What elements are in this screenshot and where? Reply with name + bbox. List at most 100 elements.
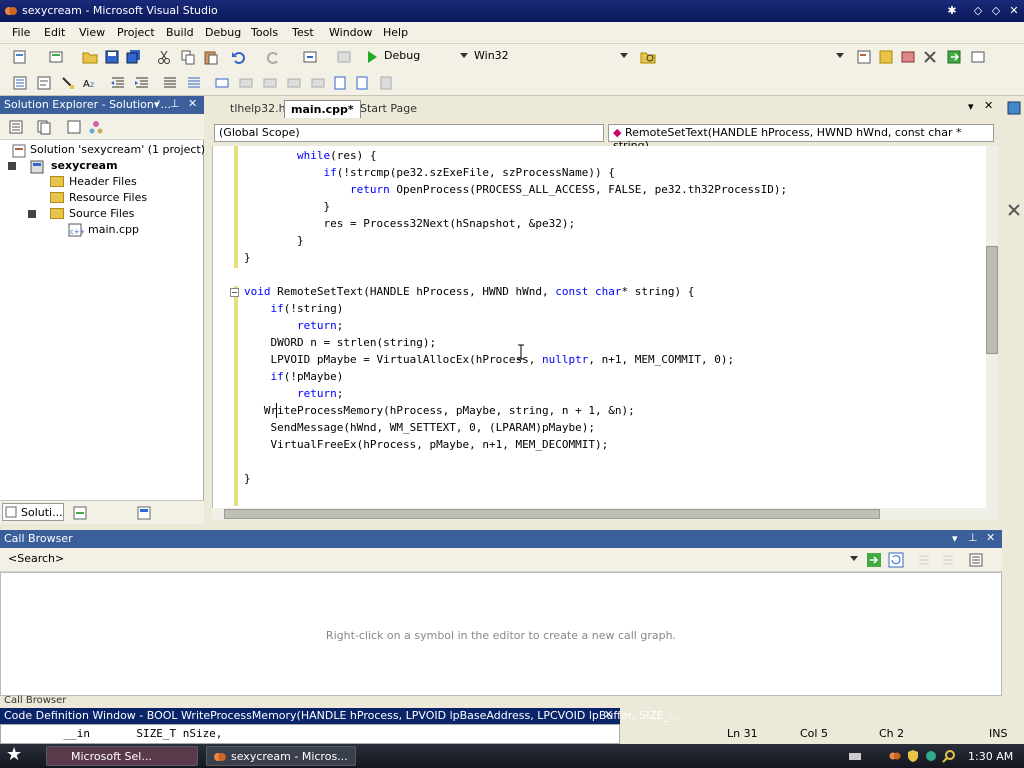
quick-info-icon[interactable] [60, 75, 76, 91]
toggle-bookmark-icon[interactable] [214, 75, 230, 91]
complete-word-icon[interactable]: Az [82, 75, 98, 91]
search-go-icon[interactable] [866, 552, 882, 568]
class-view-icon[interactable] [88, 119, 104, 135]
refresh-call-graph-icon[interactable] [888, 552, 904, 568]
vs-tray-icon[interactable] [888, 749, 902, 763]
menu-view[interactable]: View [79, 26, 105, 39]
close-button[interactable]: ✕ [1006, 3, 1022, 19]
redo-icon[interactable] [265, 49, 281, 65]
start-button[interactable]: ★ [6, 745, 22, 765]
property-manager-tab-icon[interactable] [136, 505, 152, 521]
open-icon[interactable] [82, 49, 98, 65]
menu-edit[interactable]: Edit [44, 26, 65, 39]
auto-hide-pin-icon[interactable]: ⊥ [968, 531, 978, 544]
next-bookmark-folder-icon[interactable] [310, 75, 326, 91]
copy-icon[interactable] [180, 49, 196, 65]
configuration-select[interactable]: Debug [380, 48, 470, 66]
panel-close-icon[interactable]: ✕ [604, 708, 613, 721]
save-icon[interactable] [104, 49, 120, 65]
panel-dropdown-icon[interactable]: ▾ [952, 532, 958, 545]
paste-icon[interactable] [203, 49, 219, 65]
next-bookmark-document-icon[interactable] [354, 75, 370, 91]
show-all-files-icon[interactable] [36, 119, 52, 135]
toolbox-icon[interactable] [922, 49, 938, 65]
object-browser-icon[interactable] [900, 49, 916, 65]
menu-tools[interactable]: Tools [251, 26, 278, 39]
menu-build[interactable]: Build [166, 26, 194, 39]
search-icon[interactable] [942, 749, 956, 763]
start-page-icon[interactable] [946, 49, 962, 65]
code-text: WriteProcessMemory(hProcess, pMaybe, str… [263, 404, 635, 417]
vertical-scroll-thumb[interactable] [986, 246, 998, 354]
tab-solution-explorer[interactable]: Soluti... [2, 503, 64, 521]
collapse-icon[interactable] [28, 210, 36, 218]
calls-from-icon[interactable] [916, 552, 932, 568]
decrease-indent-icon[interactable] [110, 75, 126, 91]
previous-bookmark-icon[interactable] [238, 75, 254, 91]
call-browser-options-icon[interactable] [968, 552, 984, 568]
menu-help[interactable]: Help [383, 26, 408, 39]
previous-bookmark-folder-icon[interactable] [286, 75, 302, 91]
minimize-button[interactable]: ◇ [970, 3, 986, 19]
member-select[interactable]: ◆ RemoteSetText(HANDLE hProcess, HWND hW… [608, 124, 994, 152]
increase-indent-icon[interactable] [134, 75, 150, 91]
auto-hide-pin-icon[interactable]: ⊥ [170, 97, 180, 110]
horizontal-scroll-thumb[interactable] [224, 509, 880, 519]
uncomment-icon[interactable] [186, 75, 202, 91]
properties-icon[interactable] [878, 49, 894, 65]
call-browser-body[interactable]: Right-click on a symbol in the editor to… [0, 572, 1002, 696]
panel-dropdown-icon[interactable]: ▾ [154, 98, 160, 111]
collapse-icon[interactable] [8, 162, 16, 170]
navigate-backward-icon[interactable] [302, 49, 318, 65]
start-debugging-icon[interactable] [364, 49, 380, 65]
navigate-forward-icon[interactable] [336, 49, 352, 65]
tab-start-page[interactable]: Start Page [354, 100, 423, 118]
toolbox-dock-icon[interactable] [1006, 202, 1022, 218]
menu-file[interactable]: File [12, 26, 30, 39]
menu-window[interactable]: Window [329, 26, 372, 39]
refresh-icon[interactable] [66, 119, 82, 135]
tab-tlhelp32-h[interactable]: tlhelp32.h [224, 100, 292, 118]
display-object-member-list-icon[interactable] [12, 75, 28, 91]
pin-icon[interactable]: ✱ [944, 3, 960, 19]
keyboard-icon[interactable] [848, 749, 862, 763]
find-combo[interactable] [660, 48, 846, 66]
active-files-dropdown-icon[interactable]: ▾ [968, 100, 974, 113]
cut-icon[interactable] [156, 49, 172, 65]
menu-test[interactable]: Test [292, 26, 314, 39]
menu-project[interactable]: Project [117, 26, 155, 39]
parameter-info-icon[interactable] [36, 75, 52, 91]
panel-close-icon[interactable]: ✕ [188, 97, 197, 110]
comment-out-icon[interactable] [162, 75, 178, 91]
next-bookmark-icon[interactable] [262, 75, 278, 91]
add-item-icon[interactable] [48, 49, 64, 65]
server-explorer-icon[interactable] [1006, 100, 1022, 116]
window-layout-icon[interactable] [970, 49, 986, 65]
code-line: if(!strcmp(pe32.szExeFile, szProcessName… [244, 166, 614, 179]
tab-main-cpp[interactable]: main.cpp* [284, 100, 361, 118]
solution-explorer-icon[interactable] [856, 49, 872, 65]
call-browser-search-input[interactable]: <Search> [4, 551, 860, 569]
network-icon[interactable] [924, 749, 938, 763]
tab-call-browser[interactable]: Call Browser [4, 696, 66, 706]
maximize-button[interactable]: ◇ [988, 3, 1004, 19]
task-visual-studio[interactable]: sexycream - Micros... [206, 746, 356, 766]
outline-collapse-icon[interactable]: − [230, 288, 239, 297]
class-view-tab-icon[interactable] [72, 505, 88, 521]
shield-icon[interactable] [906, 749, 920, 763]
close-document-icon[interactable]: ✕ [984, 99, 993, 112]
properties-window-icon[interactable] [8, 119, 24, 135]
menu-debug[interactable]: Debug [205, 26, 241, 39]
new-project-icon[interactable] [12, 49, 28, 65]
code-definition-body[interactable]: __in SIZE_T nSize, [0, 724, 620, 744]
task-microsoft-sel[interactable]: Microsoft Sel... [46, 746, 198, 766]
panel-close-icon[interactable]: ✕ [986, 531, 995, 544]
previous-bookmark-document-icon[interactable] [332, 75, 348, 91]
undo-icon[interactable] [231, 49, 247, 65]
find-in-files-icon[interactable] [640, 49, 656, 65]
scope-select[interactable]: (Global Scope) [214, 124, 604, 142]
clear-bookmarks-icon[interactable] [378, 75, 394, 91]
save-all-icon[interactable] [126, 49, 142, 65]
platform-select[interactable]: Win32 [470, 48, 630, 66]
calls-to-icon[interactable] [940, 552, 956, 568]
